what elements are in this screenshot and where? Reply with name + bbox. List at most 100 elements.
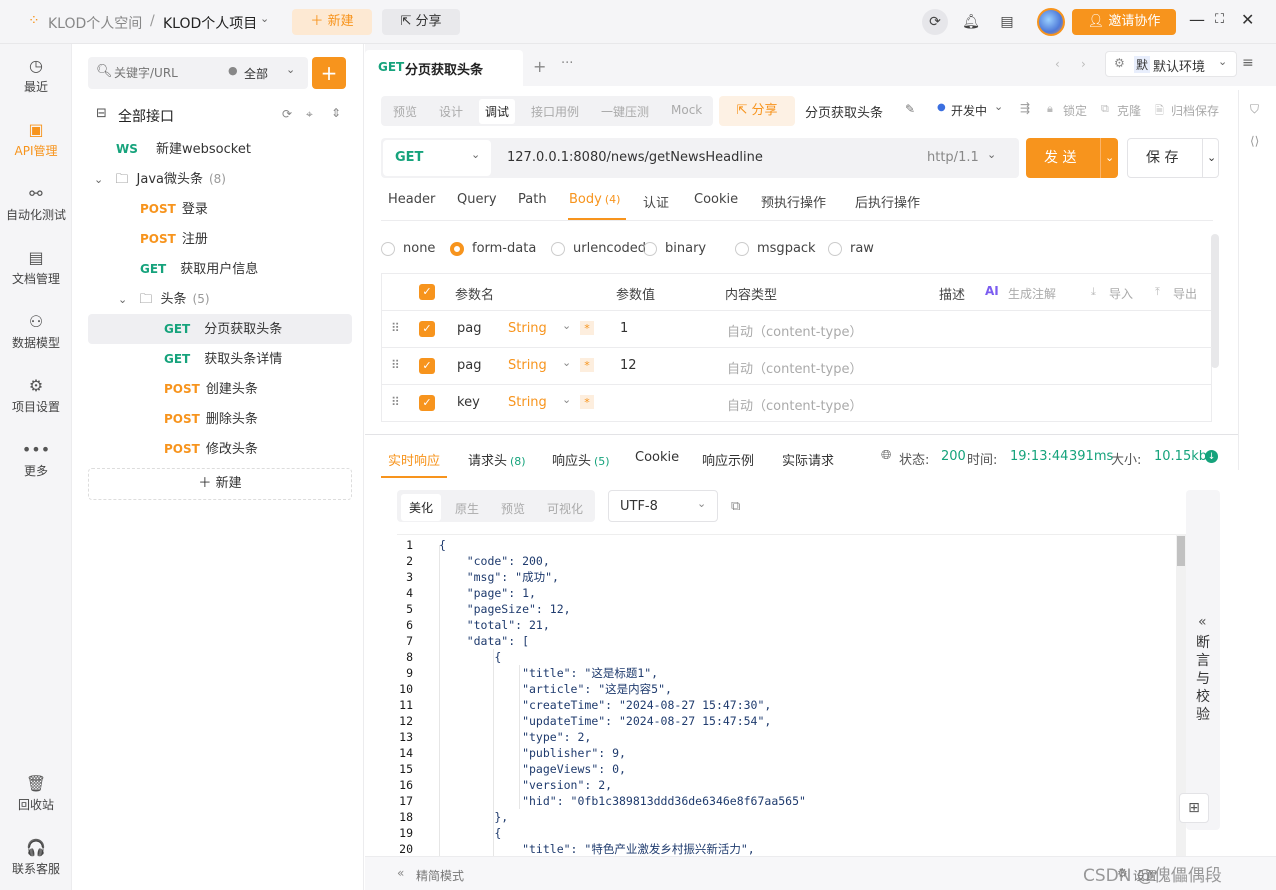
req-tab[interactable]: Body (4) <box>569 192 620 207</box>
encoding-select[interactable]: UTF-8 ⌄ <box>608 490 718 522</box>
nav-item-trash[interactable]: 🗑 回收站 <box>0 774 72 813</box>
tree-item[interactable]: POST 删除头条 <box>88 404 352 434</box>
body-type-label[interactable]: form-data <box>472 241 536 256</box>
archive-button[interactable]: 归档保存 <box>1171 102 1219 119</box>
nav-item-headset[interactable]: 🎧 联系客服 <box>0 838 72 877</box>
method-select[interactable]: GET ⌄ <box>383 140 491 176</box>
param-checkbox[interactable]: ✓ <box>419 321 435 337</box>
drag-handle-icon[interactable]: ⠿ <box>391 358 400 372</box>
send-button[interactable]: 发 送 ⌄ <box>1026 138 1118 178</box>
required-icon[interactable]: * <box>580 395 594 409</box>
req-tab[interactable]: Header <box>388 192 435 207</box>
mode-tab[interactable]: 预览 <box>393 103 417 120</box>
doc-tab-active[interactable]: GET 分页获取头条 <box>365 50 523 86</box>
workspace-name[interactable]: KLOD个人空间 <box>48 13 142 33</box>
refresh-tree-icon[interactable]: ⟳ <box>282 107 292 121</box>
new-button[interactable]: ＋ 新建 <box>292 9 372 35</box>
param-value[interactable]: 1 <box>620 321 628 336</box>
required-icon[interactable]: * <box>580 358 594 372</box>
filter-select[interactable]: 全部 <box>244 65 268 82</box>
nav-item-doc[interactable]: ▤ 文档管理 <box>0 248 72 287</box>
drag-handle-icon[interactable]: ⠿ <box>391 321 400 335</box>
nav-item-settings[interactable]: ⚙ 项目设置 <box>0 376 72 415</box>
lock-button[interactable]: 锁定 <box>1063 102 1087 119</box>
nav-item-model[interactable]: ⚇ 数据模型 <box>0 312 72 351</box>
nav-item-clock[interactable]: ◷ 最近 <box>0 56 72 95</box>
list-icon[interactable]: ⇶ <box>1020 101 1030 115</box>
param-content-type[interactable]: 自动（content-type） <box>727 395 863 414</box>
radio-binary[interactable] <box>643 242 657 256</box>
resp-tab[interactable]: Cookie <box>635 450 679 465</box>
resp-tab[interactable]: 实际请求 <box>782 450 834 469</box>
tree-folder-toutiao[interactable]: ⌄ 🗀 头条 (5) <box>118 284 348 314</box>
select-all-checkbox[interactable]: ✓ <box>419 284 435 300</box>
tree-item[interactable]: POST 登录 <box>140 194 340 224</box>
resp-tab[interactable]: 请求头 (8) <box>468 450 526 469</box>
param-content-type[interactable]: 自动（content-type） <box>727 321 863 340</box>
tree-item[interactable]: POST 修改头条 <box>88 434 352 464</box>
tree-item[interactable]: GET 分页获取头条 <box>88 314 352 344</box>
param-checkbox[interactable]: ✓ <box>419 395 435 411</box>
import-button[interactable]: 导入 <box>1109 285 1133 302</box>
search-box[interactable]: 🔍︎ ● 全部 ⌄ <box>88 57 308 89</box>
download-icon[interactable]: ↓ <box>1205 450 1218 463</box>
chevron-down-icon[interactable]: ⌄ <box>562 393 571 406</box>
chevron-down-icon[interactable]: ⌄ <box>562 356 571 369</box>
tree-item[interactable]: POST 注册 <box>140 224 340 254</box>
assertion-panel[interactable]: « 断言与校验 <box>1186 490 1220 830</box>
tree-item[interactable]: POST 创建头条 <box>88 374 352 404</box>
refresh-icon[interactable]: ⟳ <box>922 9 948 35</box>
collapse-left-icon[interactable]: « <box>397 866 404 880</box>
req-tab[interactable]: 后执行操作 <box>855 192 920 211</box>
project-name[interactable]: KLOD个人项目 <box>163 13 257 33</box>
close-icon[interactable]: ✕ <box>1241 10 1254 29</box>
resp-tab[interactable]: 响应头 (5) <box>552 450 610 469</box>
body-type-label[interactable]: raw <box>850 241 874 256</box>
tree-root[interactable]: 全部接口 <box>118 106 174 126</box>
tree-item[interactable]: GET 获取头条详情 <box>88 344 352 374</box>
drag-handle-icon[interactable]: ⠿ <box>391 395 400 409</box>
param-value[interactable]: 12 <box>620 358 637 373</box>
export-button[interactable]: 导出 <box>1173 285 1197 302</box>
layout-icon[interactable]: ⊞ <box>1179 793 1209 823</box>
param-content-type[interactable]: 自动（content-type） <box>727 358 863 377</box>
tree-item-websocket[interactable]: WS 新建websocket <box>116 134 346 164</box>
nav-item-more[interactable]: ••• 更多 <box>0 440 72 479</box>
view-tab[interactable]: 美化 <box>401 494 442 521</box>
edit-icon[interactable]: ✎ <box>905 102 915 116</box>
invite-button[interactable]: 👤︎ 邀请协作 <box>1072 9 1176 35</box>
param-checkbox[interactable]: ✓ <box>419 358 435 374</box>
param-type[interactable]: String <box>508 358 547 373</box>
req-tab[interactable]: Path <box>518 192 547 207</box>
chevron-down-icon[interactable]: ⌄ <box>1202 139 1216 177</box>
chevron-down-icon[interactable]: ⌄ <box>260 12 269 25</box>
param-name[interactable]: key <box>457 395 480 410</box>
param-name[interactable]: pag <box>457 321 481 336</box>
tree-new-button[interactable]: ＋ 新建 <box>88 468 352 500</box>
bell-icon[interactable]: 🔔︎ <box>960 9 982 35</box>
radio-raw[interactable] <box>828 242 842 256</box>
shield-icon[interactable]: ⛉ <box>1250 102 1259 117</box>
body-type-label[interactable]: binary <box>665 241 706 256</box>
required-icon[interactable]: * <box>580 321 594 335</box>
req-tab[interactable]: 预执行操作 <box>761 192 826 211</box>
nav-item-api[interactable]: ▣ API管理 <box>0 120 72 159</box>
req-tab[interactable]: 认证 <box>643 192 669 211</box>
resp-tab[interactable]: 响应示例 <box>702 450 754 469</box>
code-scroll-thumb[interactable] <box>1177 536 1185 566</box>
mode-tab[interactable]: 接口用例 <box>531 103 579 120</box>
req-tab[interactable]: Cookie <box>694 192 738 207</box>
mode-tab[interactable]: 一键压测 <box>601 103 649 120</box>
radio-msgpack[interactable] <box>735 242 749 256</box>
chevron-down-icon[interactable]: ⌄ <box>562 319 571 332</box>
add-tab-icon[interactable]: + <box>533 57 546 76</box>
compact-mode-button[interactable]: 精简模式 <box>416 867 464 884</box>
body-type-label[interactable]: urlencoded <box>573 241 646 256</box>
param-type[interactable]: String <box>508 321 547 336</box>
param-type[interactable]: String <box>508 395 547 410</box>
body-type-label[interactable]: msgpack <box>757 241 816 256</box>
copy-response-icon[interactable]: ⧉ <box>731 499 740 514</box>
locate-icon[interactable]: ⌖ <box>306 107 313 122</box>
tree-folder-java[interactable]: ⌄ 🗀 Java微头条 (8) <box>94 164 344 194</box>
req-tab[interactable]: Query <box>457 192 497 207</box>
